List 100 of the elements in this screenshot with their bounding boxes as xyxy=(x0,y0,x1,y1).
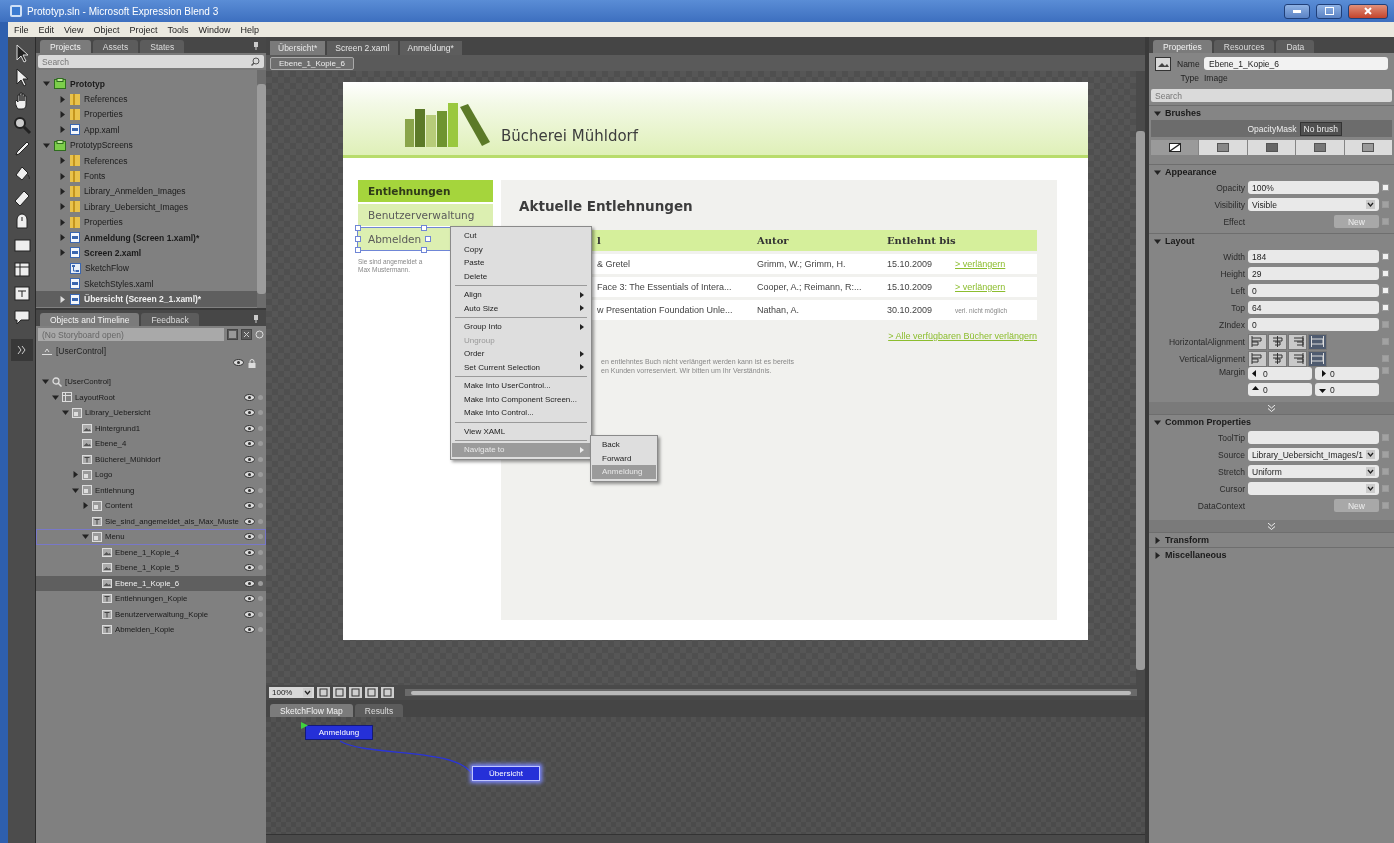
property-field[interactable]: 64 xyxy=(1248,301,1379,314)
dropdown-caret-icon[interactable] xyxy=(1366,484,1375,493)
close-storyboard-button[interactable] xyxy=(241,329,252,340)
lock-toggle-icon[interactable] xyxy=(258,580,263,586)
advanced-options-icon[interactable] xyxy=(1382,184,1389,191)
alignment-button[interactable] xyxy=(1248,350,1267,367)
lock-toggle-icon[interactable] xyxy=(258,534,263,540)
section-header[interactable]: Common Properties xyxy=(1149,415,1394,429)
triangle-down-icon[interactable] xyxy=(82,533,89,541)
triangle-right-icon[interactable] xyxy=(59,110,66,118)
menubar-entry[interactable]: Edit xyxy=(38,24,55,35)
scrollbar[interactable] xyxy=(257,70,266,308)
panel-tab[interactable]: Feedback xyxy=(141,313,199,326)
add-circle-icon[interactable] xyxy=(255,330,264,339)
eye-icon[interactable] xyxy=(244,471,255,479)
tree-item[interactable]: PrototypScreens xyxy=(36,137,257,153)
panel-tab[interactable]: Assets xyxy=(92,40,139,53)
tree-item[interactable]: Properties xyxy=(36,106,257,123)
panel-tab[interactable]: Projects xyxy=(40,40,91,53)
panel-tab[interactable]: Results xyxy=(354,704,404,717)
margin-field[interactable]: 0 xyxy=(1248,383,1312,396)
context-menu-entry[interactable]: Make Into UserControl... xyxy=(452,379,590,393)
eye-icon[interactable] xyxy=(244,533,255,541)
lock-toggle-icon[interactable] xyxy=(258,425,263,431)
breadcrumb[interactable]: Ebene_1_Kopie_6 xyxy=(270,56,354,70)
tree-item[interactable]: SketchFlow xyxy=(36,260,257,277)
lock-toggle-icon[interactable] xyxy=(258,596,263,602)
tree-item[interactable]: Screen 2.xaml xyxy=(36,245,257,261)
eye-icon[interactable] xyxy=(244,626,255,634)
zoom-icon[interactable] xyxy=(11,115,32,135)
section-header[interactable]: Transform xyxy=(1149,533,1394,547)
tree-item[interactable]: Library_Anmelden_Images xyxy=(36,183,257,200)
lock-toggle-icon[interactable] xyxy=(258,611,263,617)
menubar-entry[interactable]: Object xyxy=(93,24,120,35)
screen-node[interactable]: Übersicht xyxy=(472,766,540,781)
property-dropdown[interactable]: Uniform xyxy=(1248,465,1379,478)
context-menu-entry[interactable]: Make Into Component Screen... xyxy=(452,392,590,406)
property-field[interactable]: 0 xyxy=(1248,284,1379,297)
dropdown-caret-icon[interactable] xyxy=(303,688,312,697)
eye-icon[interactable] xyxy=(244,502,255,510)
property-field[interactable]: 0 xyxy=(1248,318,1379,331)
property-field[interactable]: 184 xyxy=(1248,250,1379,263)
panel-tab[interactable]: Data xyxy=(1276,40,1315,53)
eye-icon[interactable] xyxy=(244,409,255,417)
triangle-right-icon[interactable] xyxy=(59,172,66,180)
menubar-entry[interactable]: Project xyxy=(129,24,158,35)
panel-tab[interactable]: Properties xyxy=(1153,40,1212,53)
alignment-button[interactable] xyxy=(1308,350,1327,367)
triangle-right-icon[interactable] xyxy=(82,502,89,510)
document-tab[interactable]: Screen 2.xaml xyxy=(327,41,398,55)
eye-icon[interactable] xyxy=(244,579,255,587)
eye-icon[interactable] xyxy=(244,610,255,618)
alignment-button[interactable] xyxy=(1268,350,1287,367)
lock-toggle-icon[interactable] xyxy=(258,518,263,524)
menubar-entry[interactable]: Help xyxy=(240,24,259,35)
submenu-entry[interactable]: Forward xyxy=(592,451,656,465)
menubar-entry[interactable]: Window xyxy=(198,24,231,35)
section-header[interactable]: Brushes xyxy=(1149,106,1394,120)
context-menu-entry[interactable]: Set Current Selection xyxy=(452,360,590,374)
triangle-down-icon[interactable] xyxy=(42,378,49,386)
brush-type-button[interactable] xyxy=(1151,140,1199,155)
eye-icon[interactable] xyxy=(244,424,255,432)
triangle-down-icon[interactable] xyxy=(1154,168,1161,176)
section-header[interactable]: Layout xyxy=(1149,234,1394,248)
eye-icon[interactable] xyxy=(244,393,255,401)
triangle-right-icon[interactable] xyxy=(59,295,66,303)
screen-node[interactable]: Anmeldung xyxy=(305,725,373,740)
context-menu-entry[interactable]: Group Into xyxy=(452,320,590,334)
alignment-button[interactable] xyxy=(1288,333,1307,350)
maximize-button[interactable] xyxy=(1316,3,1342,19)
pin-icon[interactable] xyxy=(253,42,259,50)
nav-item[interactable]: Benutzerverwaltung xyxy=(358,204,493,226)
context-menu-entry[interactable]: Paste xyxy=(452,256,590,270)
advanced-options-icon[interactable] xyxy=(1382,304,1389,311)
context-menu-entry[interactable]: Align xyxy=(452,288,590,302)
document-tab[interactable]: Anmeldung* xyxy=(399,41,462,55)
triangle-right-icon[interactable] xyxy=(59,157,66,165)
minimize-button[interactable] xyxy=(1284,3,1310,19)
lock-toggle-icon[interactable] xyxy=(258,487,263,493)
alignment-button[interactable] xyxy=(1308,333,1327,350)
eye-icon[interactable] xyxy=(244,595,255,603)
eye-icon[interactable] xyxy=(244,440,255,448)
document-tab[interactable]: Übersicht* xyxy=(270,41,326,55)
triangle-right-icon[interactable] xyxy=(59,187,66,195)
alignment-button[interactable] xyxy=(1248,333,1267,350)
advanced-options-icon[interactable] xyxy=(1382,287,1389,294)
dropdown-caret-icon[interactable] xyxy=(1366,200,1375,209)
lock-toggle-icon[interactable] xyxy=(258,394,263,400)
triangle-right-icon[interactable] xyxy=(59,95,66,103)
margin-field[interactable]: 0 xyxy=(1315,383,1379,396)
expand-toolbox-button[interactable] xyxy=(10,339,33,361)
menubar-entry[interactable]: View xyxy=(64,24,84,35)
triangle-down-icon[interactable] xyxy=(43,80,50,88)
name-field[interactable]: Ebene_1_Kopie_6 xyxy=(1204,57,1388,70)
lock-icon[interactable] xyxy=(248,359,256,368)
property-field[interactable]: 29 xyxy=(1248,267,1379,280)
tree-item[interactable]: App.xaml xyxy=(36,122,257,138)
triangle-down-icon[interactable] xyxy=(52,393,59,401)
panel-tab[interactable]: Objects and Timeline xyxy=(40,313,140,326)
search-field[interactable]: Search xyxy=(1151,89,1392,102)
